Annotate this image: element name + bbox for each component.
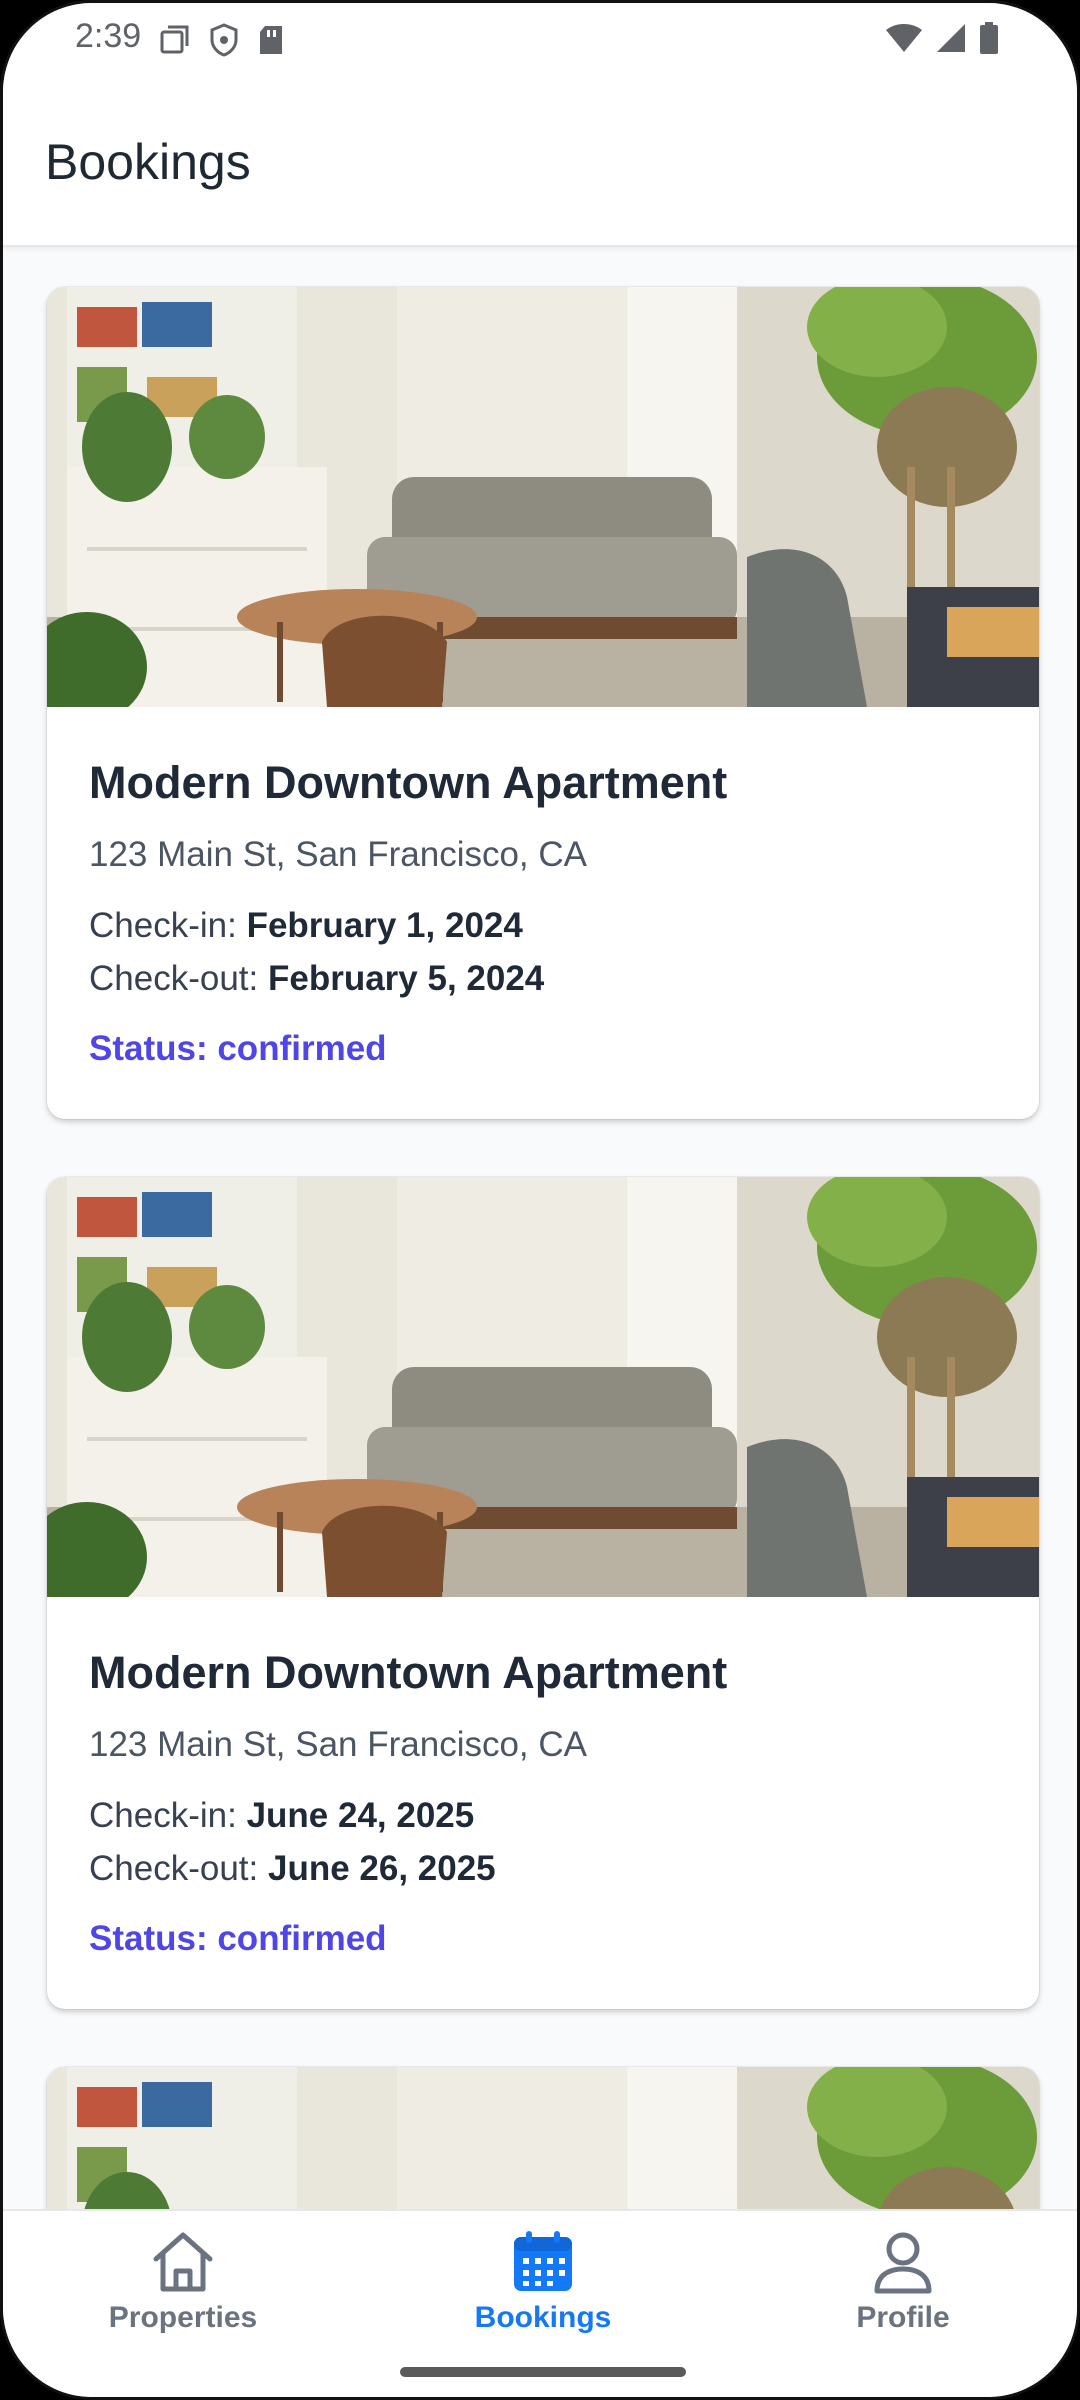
shield-icon [210, 23, 238, 57]
nav-item-bookings[interactable]: Bookings [393, 2229, 693, 2335]
checkout-row: Check-out: June 26, 2025 [89, 1842, 997, 1895]
checkout-label: Check-out: [89, 1849, 259, 1888]
checkout-date: June 26, 2025 [267, 1849, 496, 1888]
property-title: Modern Downtown Apartment [89, 757, 728, 808]
checkin-date: June 24, 2025 [246, 1796, 475, 1835]
status-time: 2:39 [75, 17, 142, 55]
property-address: 123 Main St, San Francisco, CA [89, 835, 587, 874]
wifi-icon [886, 24, 922, 52]
person-icon [874, 2232, 932, 2294]
status-left-icons [159, 23, 285, 57]
booking-card-body: Modern Downtown Apartment 123 Main St, S… [47, 707, 1039, 1119]
battery-icon [980, 22, 998, 54]
checkin-label: Check-in: [89, 1796, 237, 1835]
checkout-date: February 5, 2024 [267, 959, 545, 998]
status-label: Status: confirmed [89, 1029, 387, 1068]
home-icon [153, 2232, 213, 2292]
status-right-icons [885, 21, 999, 55]
app-header: Bookings [3, 77, 1077, 247]
living-room-photo [47, 1177, 1039, 1597]
property-address: 123 Main St, San Francisco, CA [89, 1725, 587, 1764]
property-image [47, 287, 1039, 707]
checkout-row: Check-out: February 5, 2024 [89, 952, 997, 1005]
booking-card[interactable]: Modern Downtown Apartment 123 Main St, S… [47, 1177, 1039, 2009]
checkin-row: Check-in: February 1, 2024 [89, 899, 997, 952]
bookings-list[interactable]: Modern Downtown Apartment 123 Main St, S… [3, 249, 1077, 2209]
nav-label-profile: Profile [856, 2301, 950, 2334]
home-indicator[interactable] [400, 2367, 686, 2377]
signal-icon [937, 24, 965, 52]
booking-card[interactable]: Modern Downtown Apartment 123 Main St, S… [47, 287, 1039, 1119]
page-title: Bookings [45, 134, 251, 190]
checkin-date: February 1, 2024 [246, 906, 523, 945]
nav-item-properties[interactable]: Properties [33, 2229, 333, 2335]
checkout-label: Check-out: [89, 959, 259, 998]
checkin-label: Check-in: [89, 906, 237, 945]
booking-card-body: Modern Downtown Apartment 123 Main St, S… [47, 1597, 1039, 2009]
screenshot-icon [160, 25, 189, 54]
nav-item-profile[interactable]: Profile [753, 2229, 1053, 2335]
status-label: Status: confirmed [89, 1919, 387, 1958]
property-image [47, 1177, 1039, 1597]
living-room-photo [47, 2067, 1039, 2209]
phone-screen: 2:39 Bookings Modern Downtown Apartment … [0, 0, 1080, 2400]
calendar-icon [514, 2231, 572, 2291]
sd-card-icon [260, 26, 282, 54]
living-room-photo [47, 287, 1039, 707]
property-title: Modern Downtown Apartment [89, 1647, 728, 1698]
property-image [47, 2067, 1039, 2209]
booking-card[interactable] [47, 2067, 1039, 2209]
checkin-row: Check-in: June 24, 2025 [89, 1789, 997, 1842]
status-bar: 2:39 [3, 3, 1077, 77]
bottom-nav: Properties Bookings Profile [3, 2209, 1077, 2397]
nav-label-bookings: Bookings [474, 2301, 612, 2334]
nav-label-properties: Properties [108, 2301, 258, 2334]
